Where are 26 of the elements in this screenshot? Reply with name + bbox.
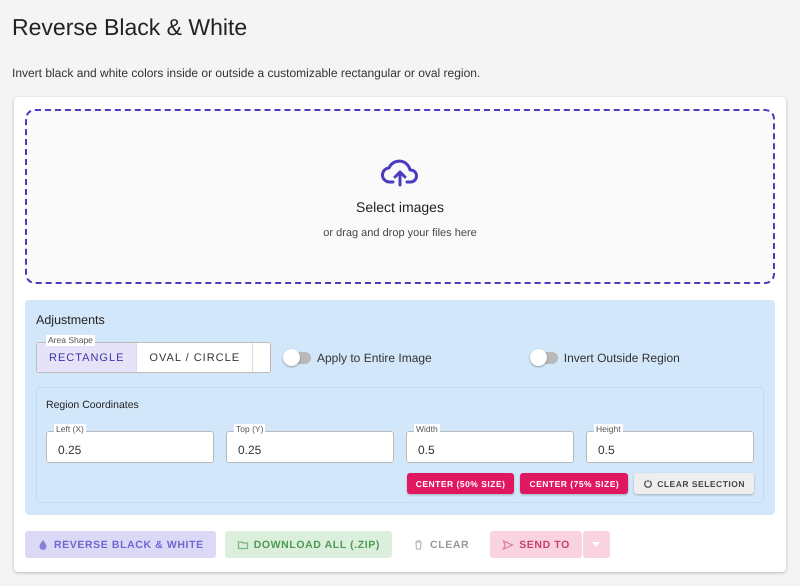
send-icon bbox=[502, 538, 514, 550]
area-shape-label: Area Shape bbox=[46, 335, 95, 346]
coordinate-field[interactable]: 0.5 bbox=[406, 431, 574, 463]
clear-selection-button[interactable]: CLEAR SELECTION bbox=[634, 473, 754, 494]
upload-dropzone[interactable]: Select images or drag and drop your files here bbox=[25, 109, 775, 284]
folder-icon bbox=[236, 538, 249, 550]
select-images-text: Select images bbox=[356, 198, 444, 214]
toggle-label: Invert Outside Region bbox=[564, 350, 680, 364]
center-button[interactable]: CENTER (75% SIZE) bbox=[520, 473, 628, 494]
field-label: Left (X) bbox=[54, 424, 86, 435]
toggle-switch[interactable] bbox=[532, 352, 558, 364]
caret-icon bbox=[592, 542, 600, 547]
shape-option[interactable]: RECTANGLE bbox=[37, 343, 138, 372]
toggle-switch[interactable] bbox=[285, 352, 311, 364]
field-label: Top (Y) bbox=[234, 424, 266, 435]
drop-icon bbox=[37, 538, 49, 550]
adjustments-title: Adjustments bbox=[36, 313, 106, 327]
toggle-label: Apply to Entire Image bbox=[317, 350, 432, 364]
page-description: Invert black and white colors inside or outside a customizable rectangular or oval region. bbox=[12, 66, 482, 80]
page-title: Reverse Black & White bbox=[12, 13, 248, 42]
reset-icon bbox=[643, 478, 654, 488]
region-coordinates-title: Region Coordinates bbox=[46, 399, 140, 411]
field-label: Width bbox=[414, 424, 440, 435]
field-label: Height bbox=[594, 424, 623, 435]
drop-hint: or drag and drop your files here bbox=[323, 226, 477, 238]
center-button[interactable]: CENTER (50% SIZE) bbox=[406, 473, 514, 494]
